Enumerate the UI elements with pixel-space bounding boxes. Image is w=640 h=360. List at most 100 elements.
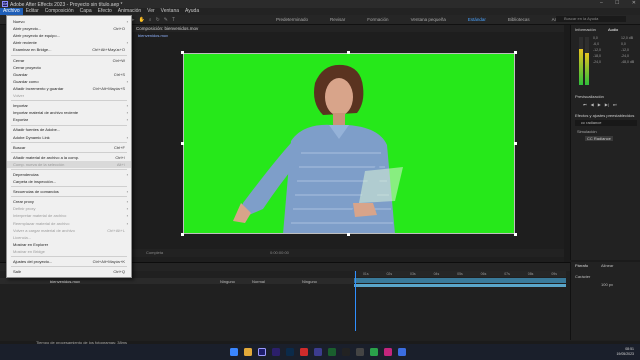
layer-parent-select[interactable]: Ninguno	[220, 279, 235, 284]
effects-search-input[interactable]: cc radiance	[575, 120, 637, 126]
workspace-item[interactable]: Bibliotecas	[497, 16, 541, 23]
app-icon[interactable]	[384, 348, 392, 356]
time-ruler[interactable]: 01s 02s 03s 04s 05s 06s 07s 08s 09s	[354, 271, 566, 277]
file-menu-item[interactable]: Definir proxy ›	[7, 205, 131, 212]
file-menu-item[interactable]: Adobe Dynamic Link ›	[7, 134, 131, 141]
close-icon[interactable]: ✕	[632, 0, 636, 8]
file-menu-item[interactable]: Mostrar en Bridge	[7, 248, 131, 255]
effect-group[interactable]: Simulación	[577, 129, 597, 134]
size-value[interactable]: 100 px	[601, 282, 613, 287]
current-time-indicator[interactable]	[355, 271, 356, 331]
file-menu-item[interactable]: Añadir incremento y guardar Ctrl+Alt+Mayú…	[7, 85, 131, 92]
workspace-item[interactable]: Revisar	[319, 16, 356, 23]
layer-trkmat-select[interactable]: Ninguno	[302, 279, 317, 284]
align-tab[interactable]: Alinear	[601, 263, 613, 268]
clock[interactable]: 08:51 19/05/2023	[616, 347, 634, 356]
file-menu-item[interactable]: Cerrar proyecto	[7, 64, 131, 71]
first-frame-icon[interactable]: ⏮	[583, 102, 587, 107]
menu-archivo[interactable]: Archivo	[0, 8, 23, 15]
file-menu-item[interactable]: Mostrar en Explorer	[7, 241, 131, 248]
media-encoder-icon[interactable]	[314, 348, 322, 356]
menu-capa[interactable]: Capa	[77, 8, 95, 15]
play-icon[interactable]: ▶	[598, 102, 601, 107]
app-icon[interactable]	[356, 348, 364, 356]
file-menu-item[interactable]: Secuencias de comandos ›	[7, 188, 131, 195]
character-tab[interactable]: Carácter	[575, 274, 590, 279]
file-menu-item[interactable]: Licencia...	[7, 234, 131, 241]
photoshop-icon[interactable]	[286, 348, 294, 356]
file-menu-item[interactable]: Volver a cargar material de archivo Ctrl+…	[7, 227, 131, 234]
app-icon[interactable]	[370, 348, 378, 356]
file-menu-item[interactable]: Ajustes del proyecto... Ctrl+Alt+Mayús+K	[7, 258, 131, 265]
file-menu-item[interactable]: Abrir proyecto... Ctrl+O	[7, 25, 131, 32]
app-icon[interactable]	[398, 348, 406, 356]
zoom-tool-icon[interactable]: ⌕	[149, 17, 152, 23]
file-menu-item[interactable]: Examinar en Bridge... Ctrl+Alt+Mayús+O	[7, 46, 131, 53]
composition-breadcrumb[interactable]: bienvenidos.mov	[138, 33, 168, 38]
after-effects-icon[interactable]	[258, 348, 266, 356]
hand-tool-icon[interactable]: ✋	[139, 17, 145, 23]
file-menu-item[interactable]: Abrir proyecto de equipo...	[7, 32, 131, 39]
transform-handle[interactable]	[514, 51, 517, 54]
selection-tool-icon[interactable]: ▸	[132, 17, 135, 23]
menu-ver[interactable]: Ver	[144, 8, 158, 15]
info-tab[interactable]: Información	[575, 27, 596, 32]
start-icon[interactable]	[230, 348, 238, 356]
effects-tab[interactable]: Efectos y ajustes preestablecidos	[575, 113, 634, 118]
file-menu-item[interactable]: Interpretar material de archivo ›	[7, 212, 131, 219]
acrobat-icon[interactable]	[300, 348, 308, 356]
file-menu-item[interactable]: Buscar Ctrl+F	[7, 144, 131, 151]
menu-editar[interactable]: Editar	[23, 8, 42, 15]
minimize-icon[interactable]: –	[600, 0, 603, 8]
workspace-item[interactable]: Ventana pequeña	[400, 16, 457, 23]
menu-efecto[interactable]: Efecto	[95, 8, 115, 15]
workspace-item[interactable]: Formación	[356, 16, 399, 23]
file-menu-item[interactable]: Añadir fuentes de Adobe...	[7, 126, 131, 133]
transform-handle[interactable]	[181, 233, 184, 236]
file-menu-item[interactable]: Guardar como ›	[7, 78, 131, 85]
paragraph-tab[interactable]: Párrafo	[575, 263, 588, 268]
transform-handle[interactable]	[181, 142, 184, 145]
maximize-icon[interactable]: ☐	[615, 0, 619, 8]
file-menu-item[interactable]: Carpeta de inspección...	[7, 178, 131, 185]
file-menu-item[interactable]: Volver	[7, 92, 131, 99]
menu-composicion[interactable]: Composición	[42, 8, 77, 15]
help-search-input[interactable]: Buscar en la Ayuda	[556, 16, 626, 22]
file-menu-item[interactable]: Nuevo ›	[7, 18, 131, 25]
composition-tab[interactable]: Composición: bienvenidos.mov	[136, 26, 198, 31]
file-menu-item[interactable]: Reemplazar material de archivo ›	[7, 220, 131, 227]
transform-handle[interactable]	[347, 51, 350, 54]
text-tool-icon[interactable]: T	[172, 17, 175, 23]
file-menu-item[interactable]: Exportar ›	[7, 116, 131, 123]
effect-item[interactable]: CC Radiance	[585, 136, 613, 141]
workspace-item-active[interactable]: Estándar	[457, 16, 497, 23]
menu-ayuda[interactable]: Ayuda	[182, 8, 202, 15]
file-menu-item[interactable]: Crear proxy ›	[7, 198, 131, 205]
pen-tool-icon[interactable]: ✎	[164, 17, 168, 23]
file-menu-item[interactable]: Abrir reciente ›	[7, 39, 131, 46]
transform-handle[interactable]	[181, 51, 184, 54]
app-icon[interactable]	[342, 348, 350, 356]
composition-viewer[interactable]	[181, 51, 517, 236]
file-menu-item[interactable]: Comp. nueva de la selección Alt+\	[7, 160, 131, 168]
audio-tab[interactable]: Audio	[608, 27, 618, 32]
premiere-icon[interactable]	[272, 348, 280, 356]
app-icon[interactable]	[328, 348, 336, 356]
layer-duration-bar[interactable]	[354, 278, 566, 283]
file-menu-item[interactable]: Cerrar Ctrl+W	[7, 57, 131, 64]
next-frame-icon[interactable]: ▶|	[605, 102, 609, 107]
explorer-icon[interactable]	[244, 348, 252, 356]
timecode[interactable]: 0:00:00:00	[270, 249, 289, 257]
file-menu-item[interactable]: Añadir material de archivo a la comp. Ctr…	[7, 154, 131, 161]
preview-tab[interactable]: Previsualización	[575, 94, 604, 99]
last-frame-icon[interactable]: ⏭	[613, 102, 617, 107]
file-menu-item[interactable]: Salir Ctrl+Q	[7, 268, 131, 275]
timeline-layer-row[interactable]: bienvenidos.mov Ninguno Normal Ninguno	[0, 278, 354, 284]
layer-mode-select[interactable]: Normal	[252, 279, 265, 284]
file-menu-item[interactable]: Importar ›	[7, 102, 131, 109]
file-menu-item[interactable]: Importar material de archivo reciente ›	[7, 109, 131, 116]
menu-animacion[interactable]: Animación	[115, 8, 144, 15]
transform-handle[interactable]	[514, 142, 517, 145]
transform-handle[interactable]	[347, 233, 350, 236]
workspace-item[interactable]: Predeterminado	[265, 16, 319, 23]
